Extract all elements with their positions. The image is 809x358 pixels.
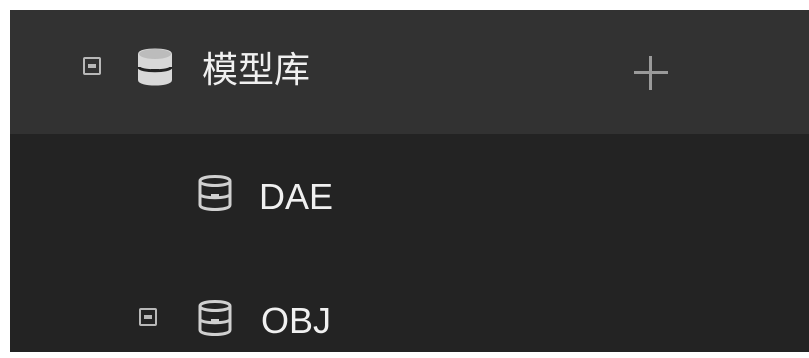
collapse-toggle-icon[interactable] — [139, 308, 157, 326]
model-library-tree: 模型库 DAE OBJ — [10, 10, 809, 352]
window-frame: 模型库 DAE OBJ — [0, 0, 809, 358]
tree-node-obj[interactable]: OBJ — [10, 258, 809, 352]
collapse-toggle-icon[interactable] — [83, 57, 101, 75]
database-icon — [137, 48, 173, 86]
tree-node-label: 模型库 — [202, 50, 311, 91]
tree-node-model-library[interactable]: 模型库 — [10, 10, 809, 134]
tree-node-label: OBJ — [261, 300, 332, 341]
database-icon — [198, 300, 232, 336]
tree-node-dae[interactable]: DAE — [10, 134, 809, 258]
database-icon — [198, 175, 232, 211]
tree-node-label: DAE — [259, 176, 334, 217]
add-model-button[interactable] — [631, 53, 671, 93]
